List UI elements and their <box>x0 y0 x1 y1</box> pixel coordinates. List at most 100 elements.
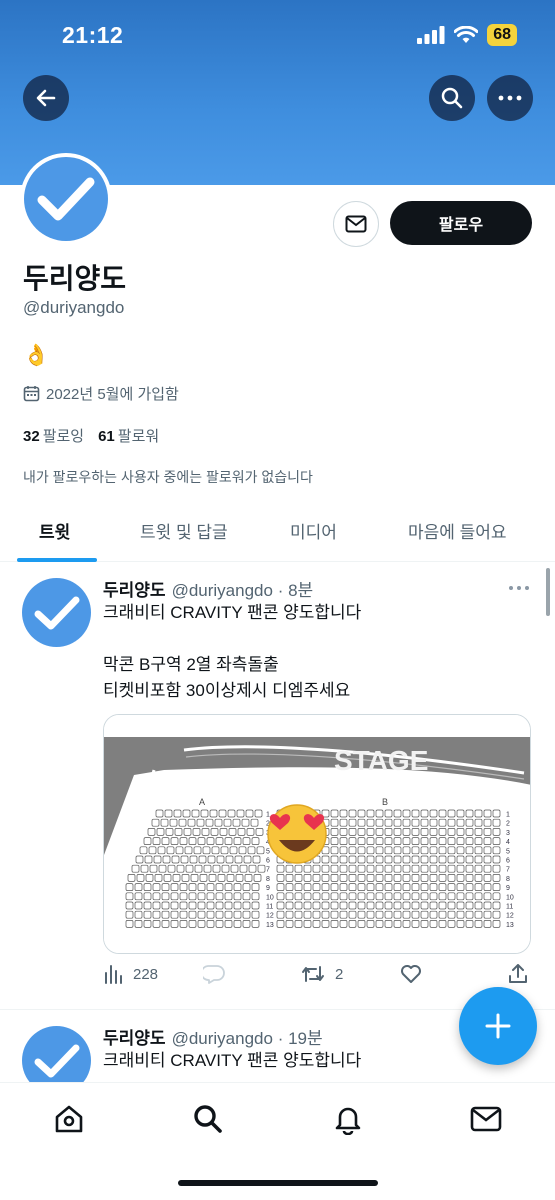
row-number: 1 <box>266 812 270 819</box>
nav-notifications[interactable] <box>328 1099 368 1139</box>
following-label: 팔로잉 <box>42 428 85 445</box>
search-icon <box>441 87 463 109</box>
row-number: 7 <box>506 867 510 874</box>
tab-likes[interactable]: 마음에 들어요 <box>408 518 507 543</box>
share-button[interactable] <box>508 964 528 984</box>
row-number: 6 <box>266 858 270 865</box>
tweet-author-handle: @duriyangdo <box>171 1029 273 1048</box>
row-number: 10 <box>506 894 514 901</box>
row-number: 1 <box>506 812 510 819</box>
row-number: 12 <box>266 913 274 920</box>
row-number: 2 <box>506 821 510 828</box>
calendar-icon <box>23 386 40 402</box>
mail-icon <box>470 1106 502 1132</box>
views-count: 228 <box>133 965 159 983</box>
tweet-time: · 8분 <box>277 581 314 600</box>
tab-tweets-replies[interactable]: 트윗 및 답글 <box>140 518 228 543</box>
tweet-author-name[interactable]: 두리양도 <box>103 581 166 600</box>
user-handle: @duriyangdo <box>23 298 125 317</box>
follow-button[interactable]: 팔로우 <box>390 201 532 245</box>
bar-chart-icon <box>105 965 122 984</box>
row-number: 5 <box>506 848 510 855</box>
share-icon <box>509 964 527 983</box>
nav-search[interactable] <box>188 1099 228 1139</box>
row-number: 8 <box>506 876 510 883</box>
mutual-followers-note: 내가 팔로우하는 사용자 중에는 팔로워가 없습니다 <box>23 469 313 485</box>
tweet-text: 크래비티 CRAVITY 팬콘 양도합니다 막콘 B구역 2열 좌측돌출 티켓비… <box>103 603 362 700</box>
like-button[interactable] <box>400 964 422 984</box>
section-b-label: B <box>382 797 388 807</box>
row-number: 13 <box>506 922 514 929</box>
row-number: 5 <box>266 848 270 855</box>
reply-button[interactable] <box>203 964 225 984</box>
bell-icon <box>335 1107 361 1135</box>
checkmark-icon <box>34 1044 79 1077</box>
row-number: 9 <box>506 885 510 892</box>
row-number: 11 <box>266 904 273 911</box>
display-name: 두리양도 <box>23 263 127 294</box>
more-icon <box>498 95 522 101</box>
follow-stats: 32 팔로잉 61 팔로워 <box>23 425 159 446</box>
followers-link[interactable]: 61 팔로워 <box>98 425 159 446</box>
battery-indicator: 68 <box>487 24 517 46</box>
tweet-header: 두리양도 @duriyangdo · 8분 <box>103 576 313 601</box>
more-icon <box>509 586 529 590</box>
tweet-author-name[interactable]: 두리양도 <box>103 1029 166 1048</box>
nav-messages[interactable] <box>466 1099 506 1139</box>
join-date: 2022년 5월에 가입함 <box>23 383 179 404</box>
mail-icon <box>345 215 367 233</box>
active-tab-indicator <box>17 558 97 562</box>
message-button[interactable] <box>333 201 379 247</box>
scrollbar[interactable] <box>546 568 550 616</box>
row-number: 7 <box>266 867 270 874</box>
tweet-media-image[interactable]: STAGE A B 1 1 2 2 3 3 4 4 5 5 6 6 7 7 8 8 9 9 10 10 11 11 12 12… <box>103 714 531 954</box>
signal-icon <box>417 26 445 44</box>
following-count: 32 <box>23 428 40 445</box>
profile-tabs: 트윗 트윗 및 답글 미디어 마음에 들어요 <box>0 505 555 562</box>
more-options-button[interactable] <box>487 75 533 121</box>
tweet-actions: 228 2 <box>103 964 533 994</box>
row-number: 9 <box>266 885 270 892</box>
retweet-button[interactable]: 2 <box>301 964 343 984</box>
heart-icon <box>401 965 421 983</box>
row-number: 8 <box>266 876 270 883</box>
tweet-header: 두리양도 @duriyangdo · 19분 <box>103 1024 323 1049</box>
following-link[interactable]: 32 팔로잉 <box>23 425 84 446</box>
seating-chart-image: STAGE A B 1 12 23 34 45 56 67 78 89 910 1011 1112 12… <box>104 715 530 953</box>
row-number: 10 <box>266 894 274 901</box>
tab-tweets[interactable]: 트윗 <box>39 518 70 543</box>
row-number: 3 <box>506 830 510 837</box>
reply-icon <box>203 965 225 984</box>
tab-media[interactable]: 미디어 <box>290 518 337 543</box>
profile-avatar[interactable] <box>20 153 112 245</box>
section-a-label: A <box>199 797 205 807</box>
stage-label: STAGE <box>334 745 428 776</box>
row-number: 13 <box>266 922 274 929</box>
compose-tweet-button[interactable] <box>459 987 537 1065</box>
checkmark-icon <box>34 596 79 629</box>
search-button[interactable] <box>429 75 475 121</box>
nav-home[interactable] <box>49 1099 89 1139</box>
status-icons: 68 <box>417 24 517 46</box>
search-icon <box>194 1105 222 1133</box>
row-number: 4 <box>506 839 510 846</box>
status-time: 21:12 <box>62 22 124 48</box>
tweet-author-handle: @duriyangdo <box>171 581 273 600</box>
wifi-icon <box>454 26 479 43</box>
row-number: 11 <box>506 904 513 911</box>
tweet-text: 크래비티 CRAVITY 팬콘 양도합니다 <box>103 1051 362 1070</box>
views-button[interactable]: 228 <box>103 964 158 984</box>
home-icon <box>55 1105 83 1133</box>
tweet-more-button[interactable] <box>508 578 530 596</box>
retweet-count: 2 <box>335 965 344 983</box>
row-number: 6 <box>506 858 510 865</box>
bio: 👌 <box>23 344 50 367</box>
followers-count: 61 <box>98 428 115 445</box>
row-number: 12 <box>506 913 514 920</box>
back-button[interactable] <box>23 75 69 121</box>
arrow-left-icon <box>36 89 56 107</box>
join-date-text: 2022년 5월에 가입함 <box>46 386 179 403</box>
tweet-avatar[interactable] <box>22 578 91 647</box>
followers-label: 팔로워 <box>117 428 160 445</box>
plus-icon <box>485 1013 511 1039</box>
